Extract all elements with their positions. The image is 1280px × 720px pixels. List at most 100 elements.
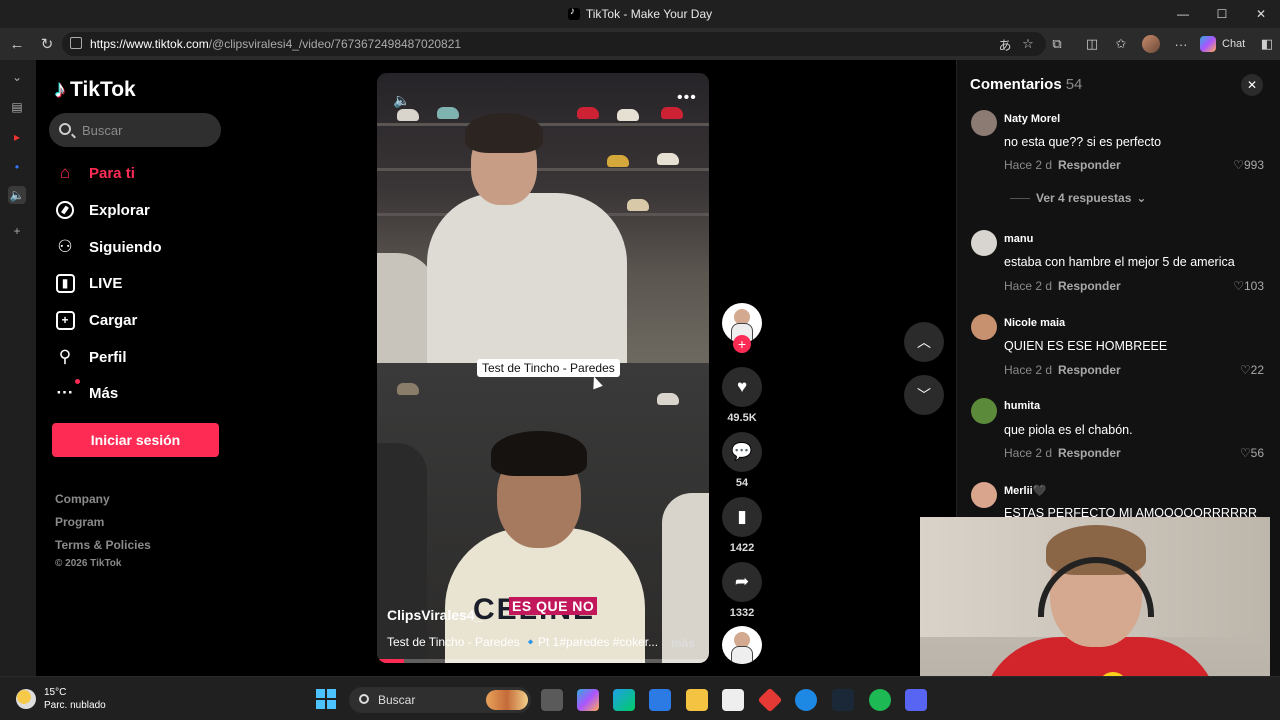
sidebar-item-cargar[interactable]: + Cargar bbox=[54, 308, 137, 332]
split-screen-icon[interactable]: ◫ bbox=[1081, 34, 1103, 54]
footer-link-terms[interactable]: Terms & Policies bbox=[55, 538, 151, 552]
next-video-button[interactable]: ﹀ bbox=[904, 375, 944, 415]
comment-avatar[interactable] bbox=[971, 110, 997, 136]
comment-like-button[interactable]: ♡22 bbox=[1200, 363, 1264, 377]
spotify-icon[interactable] bbox=[869, 689, 891, 711]
close-window-button[interactable]: ✕ bbox=[1242, 0, 1280, 28]
share-button[interactable]: ➦ bbox=[722, 562, 762, 602]
reply-button[interactable]: Responder bbox=[1058, 158, 1121, 172]
sound-avatar[interactable] bbox=[722, 626, 762, 664]
store-icon[interactable] bbox=[722, 689, 744, 711]
previous-video-button[interactable]: ︿ bbox=[904, 322, 944, 362]
minimize-button[interactable]: — bbox=[1164, 0, 1202, 28]
comment-user[interactable]: Nicole maia bbox=[1004, 317, 1065, 329]
comment-text: QUIEN ES ESE HOMBREEE bbox=[1004, 339, 1168, 353]
footer-link-program[interactable]: Program bbox=[55, 515, 104, 529]
reply-button[interactable]: Responder bbox=[1058, 446, 1121, 460]
comment-user[interactable]: humita bbox=[1004, 400, 1040, 412]
save-button[interactable]: ▮ bbox=[722, 497, 762, 537]
discord-icon[interactable] bbox=[905, 689, 927, 711]
site-info-icon[interactable] bbox=[70, 37, 82, 49]
close-comments-button[interactable]: ✕ bbox=[1241, 74, 1263, 96]
tab-icon-audio[interactable]: 🔈 bbox=[8, 186, 26, 204]
search-input[interactable]: Buscar bbox=[49, 113, 221, 147]
view-replies-button[interactable]: Ver 4 respuestas ⌄ bbox=[1010, 191, 1146, 205]
reply-button[interactable]: Responder bbox=[1058, 279, 1121, 293]
copilot-taskbar-icon[interactable] bbox=[577, 689, 599, 711]
more-link[interactable]: más bbox=[671, 636, 695, 650]
comment-text: no esta que?? si es perfecto bbox=[1004, 135, 1162, 149]
sidebar-item-live[interactable]: ▮ LIVE bbox=[54, 271, 122, 295]
comment-button[interactable]: 💬 bbox=[722, 432, 762, 472]
sidebar-item-perfil[interactable]: ⚲ Perfil bbox=[54, 345, 127, 369]
chevron-down-icon: ⌄ bbox=[1136, 191, 1147, 205]
video-player[interactable]: CELINE 🔈 ••• Test de Tincho - Paredes ES… bbox=[377, 73, 709, 663]
video-progress-bar[interactable] bbox=[377, 659, 709, 663]
file-explorer-icon[interactable] bbox=[686, 689, 708, 711]
sidebar-toggle-icon[interactable]: ◧ bbox=[1256, 34, 1278, 54]
tab-icon-search[interactable]: • bbox=[8, 158, 26, 176]
comment-icon: 💬 bbox=[731, 442, 753, 461]
comment-like-button[interactable]: ♡103 bbox=[1200, 279, 1264, 293]
sidebar-item-para-ti[interactable]: ⌂ Para ti bbox=[54, 161, 135, 185]
comment-avatar[interactable] bbox=[971, 482, 997, 508]
like-count: 49.5K bbox=[727, 412, 757, 424]
start-button[interactable] bbox=[316, 689, 336, 709]
extensions-icon[interactable]: ⧉ bbox=[1046, 34, 1068, 54]
login-button[interactable]: Iniciar sesión bbox=[52, 423, 219, 457]
edge-icon[interactable] bbox=[613, 689, 635, 711]
chat-label: Chat bbox=[1222, 38, 1246, 50]
tiktok-logo[interactable]: ♪ TikTok bbox=[54, 76, 136, 104]
comment-user[interactable]: manu bbox=[1004, 233, 1033, 245]
comment-avatar[interactable] bbox=[971, 398, 997, 424]
mail-icon[interactable] bbox=[649, 689, 671, 711]
star-icon[interactable]: ☆ bbox=[1017, 34, 1039, 54]
weather-widget[interactable]: 15°C Parc. nublado bbox=[16, 686, 106, 712]
help-icon[interactable] bbox=[795, 689, 817, 711]
chevron-down-icon[interactable]: ⌄ bbox=[8, 68, 26, 86]
comment-like-count: 993 bbox=[1243, 158, 1264, 172]
tab-icon-calendar[interactable]: ▤ bbox=[8, 98, 26, 116]
heart-outline-icon: ♡ bbox=[1233, 158, 1244, 172]
video-author[interactable]: ClipsVirales4_ bbox=[387, 607, 482, 623]
partly-cloudy-icon bbox=[16, 689, 36, 709]
upload-icon: + bbox=[54, 309, 76, 331]
windows-taskbar bbox=[0, 676, 1280, 720]
footer-link-company[interactable]: Company bbox=[55, 492, 110, 506]
task-view-icon[interactable] bbox=[541, 689, 563, 711]
sidebar-item-explorar[interactable]: Explorar bbox=[54, 198, 150, 222]
sidebar-item-siguiendo[interactable]: ⚇ Siguiendo bbox=[54, 235, 161, 259]
tab-icon-youtube[interactable]: ▸ bbox=[8, 128, 26, 146]
weather-condition: Parc. nublado bbox=[44, 700, 106, 711]
like-button[interactable]: ♥ bbox=[722, 367, 762, 407]
comment-like-button[interactable]: ♡56 bbox=[1200, 446, 1264, 460]
profile-avatar[interactable] bbox=[1140, 34, 1162, 54]
url-host: https://www.tiktok.com bbox=[90, 37, 209, 51]
copilot-chat-button[interactable]: Chat bbox=[1200, 33, 1245, 55]
volume-icon[interactable]: 🔈 bbox=[393, 92, 410, 109]
translate-icon[interactable]: あ bbox=[994, 34, 1016, 54]
sidebar-item-mas[interactable]: ··· Más bbox=[54, 379, 118, 405]
comment-avatar[interactable] bbox=[971, 230, 997, 256]
comment-user[interactable]: Merlii🖤 bbox=[1004, 484, 1046, 497]
url-bar[interactable]: https://www.tiktok.com/@clipsviralesi4_/… bbox=[62, 32, 1046, 56]
steam-icon[interactable] bbox=[832, 689, 854, 711]
maximize-button[interactable]: ☐ bbox=[1203, 0, 1241, 28]
video-options-icon[interactable]: ••• bbox=[677, 89, 697, 107]
favorites-icon[interactable]: ✩ bbox=[1110, 34, 1132, 54]
search-icon bbox=[59, 123, 71, 135]
sidebar-item-label: Explorar bbox=[89, 201, 150, 219]
comment-avatar[interactable] bbox=[971, 314, 997, 340]
reply-button[interactable]: Responder bbox=[1058, 363, 1121, 377]
reload-icon[interactable]: ↻ bbox=[36, 34, 58, 54]
back-arrow-icon[interactable]: ← bbox=[6, 34, 28, 54]
comment-user[interactable]: Naty Morel bbox=[1004, 113, 1060, 125]
browser-menu-icon[interactable]: ··· bbox=[1170, 34, 1192, 54]
follow-plus-icon[interactable]: + bbox=[733, 335, 751, 353]
comment-count: 54 bbox=[735, 477, 749, 489]
compass-icon bbox=[54, 199, 76, 221]
bookmark-icon: ▮ bbox=[737, 507, 747, 526]
comment-like-button[interactable]: ♡993 bbox=[1200, 158, 1264, 172]
new-tab-plus-icon[interactable]: + bbox=[8, 222, 26, 240]
view-replies-label: Ver 4 respuestas bbox=[1036, 191, 1132, 205]
